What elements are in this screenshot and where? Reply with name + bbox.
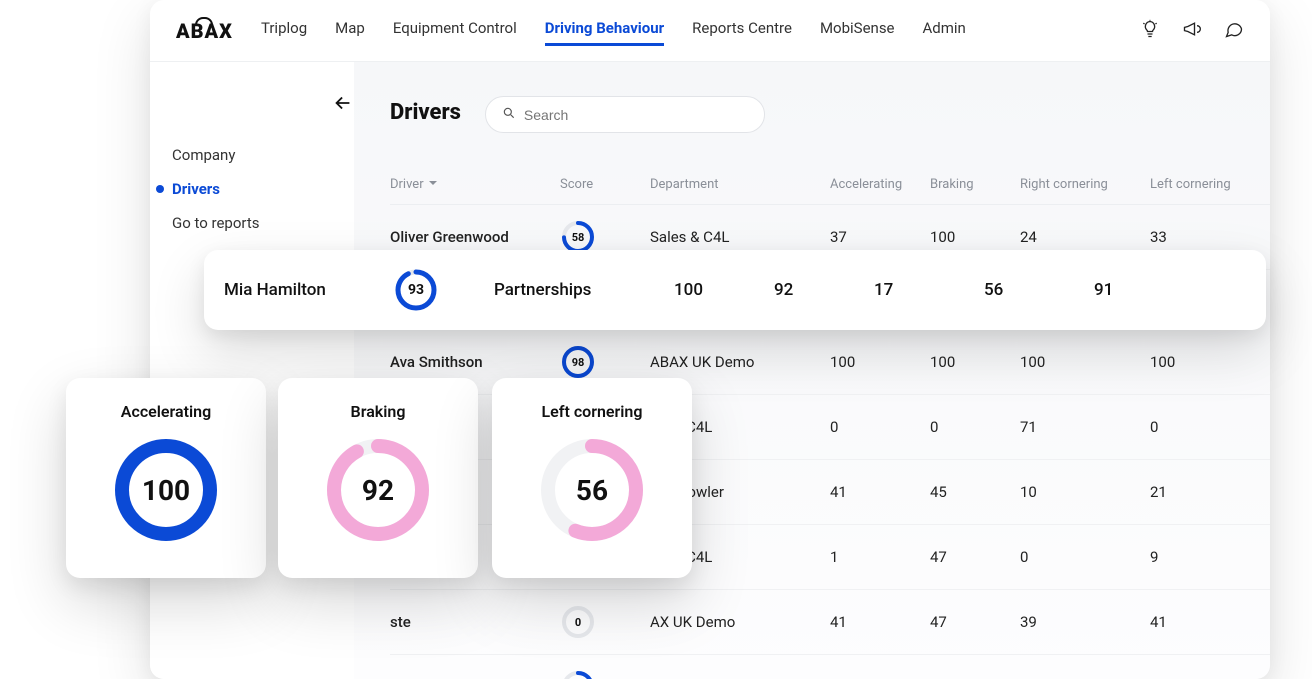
kpi-accel-ring: 100: [111, 435, 221, 545]
col-right-cornering[interactable]: Right cornering: [1020, 177, 1150, 192]
cell-right: 24: [1020, 228, 1150, 246]
cell-left: 0: [1150, 418, 1270, 436]
cell-left: 41: [1150, 613, 1270, 631]
cell-score: 98: [560, 344, 650, 380]
hl-score-ring: 93: [394, 268, 438, 312]
cell-left: 100: [1150, 353, 1270, 371]
cell-department: Sales & C4L: [650, 228, 830, 246]
nav-tab-admin[interactable]: Admin: [923, 15, 966, 46]
cell-accelerating: 100: [830, 353, 930, 371]
cell-right: 39: [1020, 613, 1150, 631]
hl-left: 56: [984, 280, 1094, 300]
kpi-accel-label: Accelerating: [76, 402, 256, 421]
cell-driver: ste: [390, 613, 560, 631]
cell-right: 10: [1020, 483, 1150, 501]
back-arrow-icon[interactable]: [332, 92, 354, 118]
sidebar-item-go-to-reports[interactable]: Go to reports: [172, 206, 354, 240]
cell-right: 71: [1020, 418, 1150, 436]
cell-department: AX UK Demo: [650, 613, 830, 631]
sidebar-item-drivers[interactable]: Drivers: [172, 172, 354, 206]
nav-tab-triplog[interactable]: Triplog: [261, 15, 307, 46]
cell-right: 100: [1020, 353, 1150, 371]
kpi-left-ring: 56: [537, 435, 647, 545]
hl-department: Partnerships: [494, 280, 674, 300]
page-title: Drivers: [390, 100, 461, 125]
cell-driver: Oliver Greenwood: [390, 228, 560, 246]
table-row[interactable]: ste0AX UK Demo41473941: [390, 590, 1270, 655]
cell-accelerating: 41: [830, 483, 930, 501]
cell-left: 21: [1150, 483, 1270, 501]
hl-extra: 91: [1094, 280, 1184, 300]
kpi-left-cornering: Left cornering 56: [492, 378, 692, 578]
hl-right: 17: [874, 280, 984, 300]
top-nav: ABAX Triplog Map Equipment Control Drivi…: [150, 0, 1270, 62]
nav-tabs: Triplog Map Equipment Control Driving Be…: [261, 15, 1130, 46]
col-left-cornering[interactable]: Left cornering: [1150, 177, 1270, 192]
cell-accelerating: 37: [830, 228, 930, 246]
col-braking[interactable]: Braking: [930, 177, 1020, 192]
kpi-brake-label: Braking: [288, 402, 468, 421]
nav-tab-mobisense[interactable]: MobiSense: [820, 15, 895, 46]
nav-icons: [1140, 19, 1244, 43]
col-score[interactable]: Score: [560, 177, 650, 192]
kpi-left-label: Left cornering: [502, 402, 682, 421]
cell-braking: 45: [930, 483, 1020, 501]
hl-braking: 92: [774, 280, 874, 300]
nav-tab-driving-behaviour[interactable]: Driving Behaviour: [545, 15, 664, 46]
table-header: Driver Score Department Accelerating Bra…: [390, 163, 1270, 205]
hl-driver: Mia Hamilton: [224, 280, 394, 300]
cell-score: 0: [560, 604, 650, 640]
body-area: Company Drivers Go to reports Drivers Dr…: [150, 62, 1270, 679]
main-content: Drivers Driver Score Department Accelera…: [354, 62, 1270, 679]
highlighted-row[interactable]: Mia Hamilton 93 Partnerships 100 92 17 5…: [204, 250, 1266, 330]
col-department[interactable]: Department: [650, 177, 830, 192]
search-icon: [502, 105, 524, 124]
kpi-accelerating: Accelerating 100: [66, 378, 266, 578]
cell-braking: 100: [930, 353, 1020, 371]
cell-driver: Ava Smithson: [390, 353, 560, 371]
nav-tab-map[interactable]: Map: [335, 15, 365, 46]
cell-braking: 100: [930, 228, 1020, 246]
nav-tab-equipment[interactable]: Equipment Control: [393, 15, 517, 46]
cell-braking: 0: [930, 418, 1020, 436]
table-row[interactable]: DY18HLG20ABAX UK Demo104665: [390, 655, 1270, 679]
cell-accelerating: 41: [830, 613, 930, 631]
cell-accelerating: 1: [830, 548, 930, 566]
cell-right: 0: [1020, 548, 1150, 566]
kpi-brake-ring: 92: [323, 435, 433, 545]
cell-left: 33: [1150, 228, 1270, 246]
sidebar-item-company[interactable]: Company: [172, 138, 354, 172]
search-input[interactable]: [524, 107, 748, 123]
search-box[interactable]: [485, 96, 765, 133]
logo: ABAX: [176, 19, 233, 43]
cell-braking: 47: [930, 548, 1020, 566]
megaphone-icon[interactable]: [1182, 19, 1202, 43]
nav-tab-reports-centre[interactable]: Reports Centre: [692, 15, 792, 46]
cell-department: ABAX UK Demo: [650, 353, 830, 371]
lightbulb-icon[interactable]: [1140, 19, 1160, 43]
chat-icon[interactable]: [1224, 19, 1244, 43]
col-accelerating[interactable]: Accelerating: [830, 177, 930, 192]
cell-left: 9: [1150, 548, 1270, 566]
chevron-down-icon: [428, 177, 438, 192]
hl-accelerating: 100: [674, 280, 774, 300]
cell-accelerating: 0: [830, 418, 930, 436]
kpi-braking: Braking 92: [278, 378, 478, 578]
cell-score: 20: [560, 669, 650, 679]
cell-braking: 47: [930, 613, 1020, 631]
sidebar: Company Drivers Go to reports: [150, 62, 354, 679]
col-driver[interactable]: Driver: [390, 177, 560, 192]
